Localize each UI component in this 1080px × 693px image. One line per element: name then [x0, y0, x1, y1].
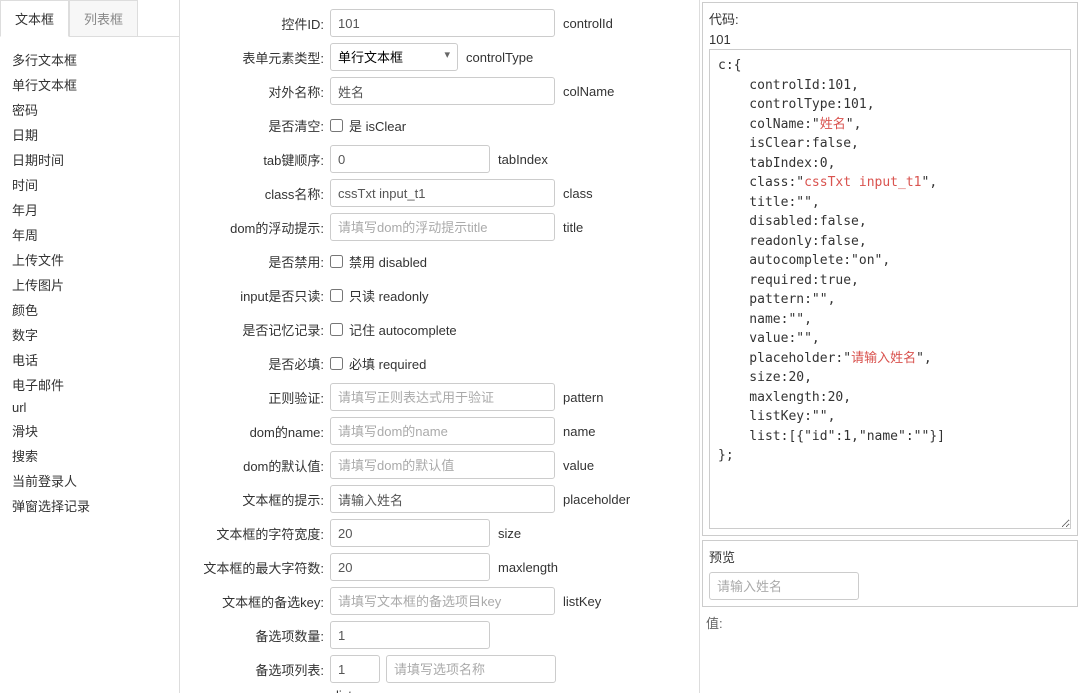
- label-autocomplete: 是否记忆记录:: [190, 320, 330, 339]
- name-input[interactable]: [330, 417, 555, 445]
- label-maxlength: 文本框的最大字符数:: [190, 558, 330, 577]
- suffix-class: class: [563, 186, 593, 201]
- suffix-placeholder: placeholder: [563, 492, 630, 507]
- readonly-checkbox[interactable]: [330, 289, 343, 302]
- nav-item[interactable]: 上传图片: [12, 272, 179, 297]
- suffix-listkey: listKey: [563, 594, 601, 609]
- preview-title: 预览: [709, 547, 1071, 566]
- nav-item[interactable]: 年月: [12, 197, 179, 222]
- label-class: class名称:: [190, 184, 330, 203]
- label-optlist: 备选项列表:: [190, 660, 330, 679]
- nav-item[interactable]: 年周: [12, 222, 179, 247]
- maxlength-input[interactable]: [330, 553, 490, 581]
- listkey-input[interactable]: [330, 587, 555, 615]
- code-area[interactable]: c:{ controlId:101, controlType:101, colN…: [709, 49, 1071, 529]
- suffix-name: name: [563, 424, 596, 439]
- preview-input[interactable]: [709, 572, 859, 600]
- nav-item[interactable]: 上传文件: [12, 247, 179, 272]
- suffix-optlist: list: [336, 688, 689, 693]
- label-listkey: 文本框的备选key:: [190, 592, 330, 611]
- controltype-select[interactable]: 单行文本框: [330, 43, 458, 71]
- code-title: 代码:: [709, 9, 1071, 28]
- label-optcount: 备选项数量:: [190, 626, 330, 645]
- label-required: 是否必填:: [190, 354, 330, 373]
- autocomplete-text: 记住 autocomplete: [349, 320, 457, 339]
- nav-item[interactable]: 滑块: [12, 418, 179, 443]
- label-disabled: 是否禁用:: [190, 252, 330, 271]
- label-size: 文本框的字符宽度:: [190, 524, 330, 543]
- nav-item[interactable]: 密码: [12, 97, 179, 122]
- label-title: dom的浮动提示:: [190, 218, 330, 237]
- tab-textbox[interactable]: 文本框: [0, 0, 69, 37]
- nav-item[interactable]: 颜色: [12, 297, 179, 322]
- nav-item[interactable]: 搜索: [12, 443, 179, 468]
- label-pattern: 正则验证:: [190, 388, 330, 407]
- form-panel: 控件ID: controlId 表单元素类型: 单行文本框 controlTyp…: [180, 0, 700, 693]
- disabled-text: 禁用 disabled: [349, 252, 427, 271]
- optlist-index-input[interactable]: [330, 655, 380, 683]
- suffix-value: value: [563, 458, 594, 473]
- autocomplete-checkbox[interactable]: [330, 323, 343, 336]
- label-isclear: 是否清空:: [190, 116, 330, 135]
- optcount-input[interactable]: [330, 621, 490, 649]
- nav-item[interactable]: 弹窗选择记录: [12, 493, 179, 518]
- sidebar-tabs: 文本框 列表框: [0, 0, 179, 37]
- code-section: 代码: 101 c:{ controlId:101, controlType:1…: [702, 2, 1078, 536]
- label-controltype: 表单元素类型:: [190, 48, 330, 67]
- nav-item[interactable]: 日期时间: [12, 147, 179, 172]
- nav-item[interactable]: 数字: [12, 322, 179, 347]
- right-panel: 代码: 101 c:{ controlId:101, controlType:1…: [700, 0, 1080, 693]
- colname-input[interactable]: [330, 77, 555, 105]
- preview-section: 预览: [702, 540, 1078, 607]
- suffix-pattern: pattern: [563, 390, 603, 405]
- suffix-controltype: controlType: [466, 50, 533, 65]
- sidebar-nav: 多行文本框 单行文本框 密码 日期 日期时间 时间 年月 年周 上传文件 上传图…: [0, 37, 179, 528]
- readonly-text: 只读 readonly: [349, 286, 428, 305]
- isclear-checkbox[interactable]: [330, 119, 343, 132]
- required-text: 必填 required: [349, 354, 426, 373]
- controlid-input[interactable]: [330, 9, 555, 37]
- nav-item[interactable]: url: [12, 397, 179, 418]
- nav-item[interactable]: 电话: [12, 347, 179, 372]
- nav-item[interactable]: 当前登录人: [12, 468, 179, 493]
- size-input[interactable]: [330, 519, 490, 547]
- suffix-size: size: [498, 526, 521, 541]
- required-checkbox[interactable]: [330, 357, 343, 370]
- nav-item[interactable]: 多行文本框: [12, 47, 179, 72]
- placeholder-input[interactable]: [330, 485, 555, 513]
- tab-listbox[interactable]: 列表框: [69, 0, 138, 36]
- label-colname: 对外名称:: [190, 82, 330, 101]
- title-input[interactable]: [330, 213, 555, 241]
- isclear-text: 是 isClear: [349, 116, 406, 135]
- nav-item[interactable]: 电子邮件: [12, 372, 179, 397]
- label-name: dom的name:: [190, 422, 330, 441]
- pattern-input[interactable]: [330, 383, 555, 411]
- suffix-colname: colName: [563, 84, 614, 99]
- disabled-checkbox[interactable]: [330, 255, 343, 268]
- optlist-name-input[interactable]: [386, 655, 556, 683]
- suffix-controlid: controlId: [563, 16, 613, 31]
- nav-item[interactable]: 时间: [12, 172, 179, 197]
- label-tabindex: tab键顺序:: [190, 150, 330, 169]
- suffix-maxlength: maxlength: [498, 560, 558, 575]
- label-controlid: 控件ID:: [190, 14, 330, 33]
- value-label: 值:: [700, 609, 1080, 636]
- nav-item[interactable]: 单行文本框: [12, 72, 179, 97]
- label-placeholder: 文本框的提示:: [190, 490, 330, 509]
- left-sidebar: 文本框 列表框 多行文本框 单行文本框 密码 日期 日期时间 时间 年月 年周 …: [0, 0, 180, 693]
- nav-item[interactable]: 日期: [12, 122, 179, 147]
- suffix-title: title: [563, 220, 583, 235]
- value-input[interactable]: [330, 451, 555, 479]
- label-value: dom的默认值:: [190, 456, 330, 475]
- class-input[interactable]: [330, 179, 555, 207]
- code-id: 101: [709, 32, 1071, 47]
- tabindex-input[interactable]: [330, 145, 490, 173]
- suffix-tabindex: tabIndex: [498, 152, 548, 167]
- label-readonly: input是否只读:: [190, 286, 330, 305]
